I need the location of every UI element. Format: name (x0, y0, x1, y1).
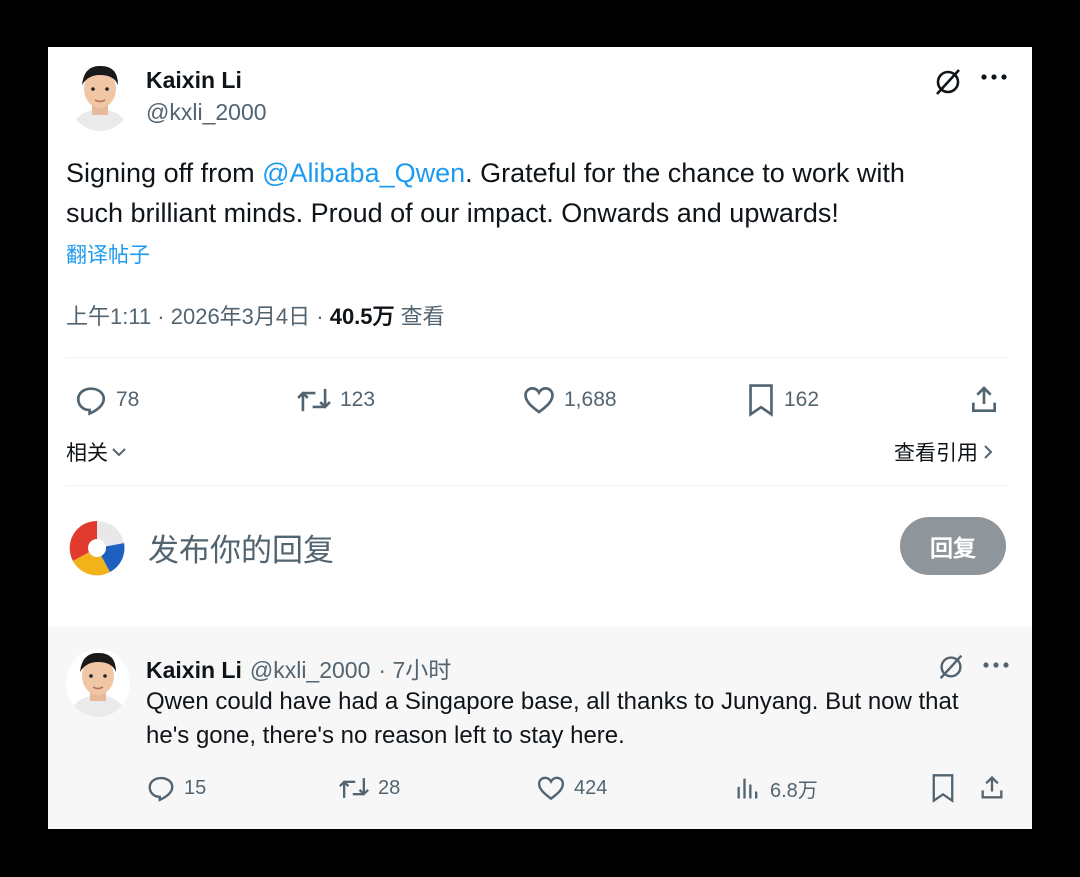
like-icon (537, 776, 565, 801)
author-name[interactable]: Kaixin Li (146, 67, 242, 94)
grok-icon[interactable] (936, 651, 966, 681)
share-action[interactable] (968, 383, 1000, 417)
related-dropdown[interactable]: 相关 (66, 437, 128, 467)
reply-views-action[interactable]: 6.8万 (734, 773, 818, 803)
repost-count: 123 (340, 388, 376, 411)
reply-author-name[interactable]: Kaixin Li (146, 657, 242, 684)
reply-reply-count: 15 (184, 776, 207, 799)
repost-icon (339, 778, 369, 798)
bookmark-count: 162 (784, 388, 820, 411)
view-quotes-link[interactable]: 查看引用 (894, 437, 996, 467)
chevron-down-icon (112, 448, 126, 457)
reply-text: Qwen could have had a Singapore base, al… (146, 685, 1016, 753)
reply-action[interactable]: 78 (74, 383, 139, 417)
reply-bookmark-action[interactable] (930, 773, 956, 803)
repost-icon (297, 388, 331, 412)
like-icon (524, 387, 554, 414)
repost-action[interactable]: 123 (296, 383, 375, 417)
divider (66, 485, 1008, 486)
reply-author-handle[interactable]: @kxli_2000 (250, 657, 371, 684)
reply-share-action[interactable] (978, 773, 1006, 803)
tweet-text-line2: such brilliant minds. Proud of our impac… (66, 198, 839, 228)
tweet-text-line1-rest: . Grateful for the chance to work with (465, 158, 905, 188)
views-count: 40.5万 (329, 304, 395, 329)
grok-icon[interactable] (932, 65, 964, 97)
like-count: 1,688 (564, 388, 617, 411)
reply-icon (76, 387, 106, 416)
reply-repost-action[interactable]: 28 (338, 773, 400, 803)
reply-author-avatar[interactable] (66, 649, 130, 717)
chevron-right-icon (984, 445, 993, 459)
views-label: 查看 (394, 304, 445, 329)
reply-header: Kaixin Li @kxli_2000 · 7小时 (146, 651, 451, 685)
more-icon[interactable] (980, 67, 1008, 87)
translate-link[interactable]: 翻译帖子 (66, 239, 150, 269)
mention-link[interactable]: @Alibaba_Qwen (262, 158, 465, 188)
share-icon (981, 775, 1003, 799)
reply-time[interactable]: · 7小时 (378, 651, 451, 685)
timestamp[interactable]: 上午1:11 · 2026年3月4日 · (66, 304, 330, 329)
reply-like-count: 424 (574, 776, 608, 799)
reply-text-line1: Qwen could have had a Singapore base, al… (146, 688, 959, 715)
bookmark-icon (932, 774, 954, 803)
reply-text-line2: he's gone, there's no reason left to sta… (146, 722, 625, 749)
like-action[interactable]: 1,688 (522, 383, 617, 417)
bookmark-action[interactable]: 162 (746, 383, 819, 417)
related-label: 相关 (66, 442, 108, 465)
reply-repost-count: 28 (378, 776, 401, 799)
tweet-meta: 上午1:11 · 2026年3月4日 · 40.5万 查看 (66, 299, 445, 331)
author-avatar[interactable] (68, 61, 132, 131)
reply-input[interactable]: 发布你的回复 (148, 525, 334, 570)
tweet-text: Signing off from @Alibaba_Qwen. Grateful… (66, 153, 1016, 233)
view-quotes-label: 查看引用 (894, 442, 978, 465)
reply-tweet[interactable]: Kaixin Li @kxli_2000 · 7小时 Qwen could ha… (48, 627, 1032, 829)
share-icon (972, 386, 996, 412)
bookmark-icon (749, 384, 773, 417)
tweet-text-line1: Signing off from @Alibaba_Qwen. Grateful… (66, 153, 1016, 193)
divider (66, 357, 1008, 358)
more-icon[interactable] (982, 655, 1010, 675)
current-user-avatar[interactable] (68, 519, 126, 577)
tweet-detail-card: Kaixin Li @kxli_2000 Signing off from @A… (48, 47, 1032, 829)
tweet-text-prefix: Signing off from (66, 158, 263, 188)
reply-like-action[interactable]: 424 (536, 773, 607, 803)
analytics-icon (737, 778, 758, 799)
reply-views-count: 6.8万 (770, 779, 818, 802)
author-handle[interactable]: @kxli_2000 (146, 99, 267, 126)
reply-button[interactable]: 回复 (900, 517, 1006, 575)
reply-icon (148, 776, 174, 802)
reply-count: 78 (116, 388, 140, 411)
reply-reply-action[interactable]: 15 (146, 773, 206, 803)
